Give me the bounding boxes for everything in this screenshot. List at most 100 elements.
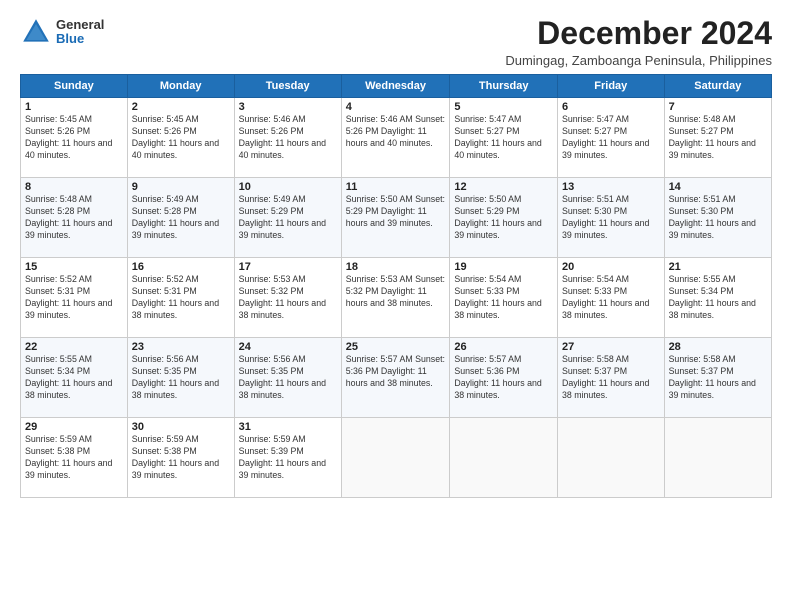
day-info: Sunrise: 5:50 AM Sunset: 5:29 PM Dayligh…: [346, 194, 446, 230]
table-row: 15Sunrise: 5:52 AM Sunset: 5:31 PM Dayli…: [21, 258, 128, 338]
table-row: [664, 418, 771, 498]
table-row: 20Sunrise: 5:54 AM Sunset: 5:33 PM Dayli…: [557, 258, 664, 338]
day-info: Sunrise: 5:51 AM Sunset: 5:30 PM Dayligh…: [669, 194, 767, 242]
table-row: 3Sunrise: 5:46 AM Sunset: 5:26 PM Daylig…: [234, 98, 341, 178]
table-row: 6Sunrise: 5:47 AM Sunset: 5:27 PM Daylig…: [557, 98, 664, 178]
table-row: 4Sunrise: 5:46 AM Sunset: 5:26 PM Daylig…: [341, 98, 450, 178]
table-row: 18Sunrise: 5:53 AM Sunset: 5:32 PM Dayli…: [341, 258, 450, 338]
day-info: Sunrise: 5:49 AM Sunset: 5:29 PM Dayligh…: [239, 194, 337, 242]
table-row: 13Sunrise: 5:51 AM Sunset: 5:30 PM Dayli…: [557, 178, 664, 258]
day-info: Sunrise: 5:48 AM Sunset: 5:28 PM Dayligh…: [25, 194, 123, 242]
logo: General Blue: [20, 16, 104, 48]
logo-blue: Blue: [56, 31, 84, 46]
day-info: Sunrise: 5:45 AM Sunset: 5:26 PM Dayligh…: [132, 114, 230, 162]
day-info: Sunrise: 5:59 AM Sunset: 5:39 PM Dayligh…: [239, 434, 337, 482]
table-row: 7Sunrise: 5:48 AM Sunset: 5:27 PM Daylig…: [664, 98, 771, 178]
day-info: Sunrise: 5:51 AM Sunset: 5:30 PM Dayligh…: [562, 194, 660, 242]
day-number: 15: [25, 261, 123, 273]
table-row: 5Sunrise: 5:47 AM Sunset: 5:27 PM Daylig…: [450, 98, 558, 178]
day-info: Sunrise: 5:46 AM Sunset: 5:26 PM Dayligh…: [239, 114, 337, 162]
table-row: 8Sunrise: 5:48 AM Sunset: 5:28 PM Daylig…: [21, 178, 128, 258]
header-thursday: Thursday: [450, 75, 558, 98]
day-number: 19: [454, 261, 553, 273]
day-number: 9: [132, 181, 230, 193]
day-number: 25: [346, 341, 446, 353]
table-row: [450, 418, 558, 498]
table-row: 24Sunrise: 5:56 AM Sunset: 5:35 PM Dayli…: [234, 338, 341, 418]
day-number: 1: [25, 101, 123, 113]
calendar-week-row: 1Sunrise: 5:45 AM Sunset: 5:26 PM Daylig…: [21, 98, 772, 178]
header: General Blue December 2024 Dumingag, Zam…: [20, 16, 772, 68]
day-number: 26: [454, 341, 553, 353]
day-number: 24: [239, 341, 337, 353]
header-friday: Friday: [557, 75, 664, 98]
day-info: Sunrise: 5:48 AM Sunset: 5:27 PM Dayligh…: [669, 114, 767, 162]
table-row: [557, 418, 664, 498]
table-row: 10Sunrise: 5:49 AM Sunset: 5:29 PM Dayli…: [234, 178, 341, 258]
table-row: 12Sunrise: 5:50 AM Sunset: 5:29 PM Dayli…: [450, 178, 558, 258]
table-row: 11Sunrise: 5:50 AM Sunset: 5:29 PM Dayli…: [341, 178, 450, 258]
calendar-week-row: 22Sunrise: 5:55 AM Sunset: 5:34 PM Dayli…: [21, 338, 772, 418]
day-info: Sunrise: 5:53 AM Sunset: 5:32 PM Dayligh…: [346, 274, 446, 310]
day-info: Sunrise: 5:52 AM Sunset: 5:31 PM Dayligh…: [25, 274, 123, 322]
day-info: Sunrise: 5:54 AM Sunset: 5:33 PM Dayligh…: [454, 274, 553, 322]
day-info: Sunrise: 5:57 AM Sunset: 5:36 PM Dayligh…: [454, 354, 553, 402]
day-info: Sunrise: 5:52 AM Sunset: 5:31 PM Dayligh…: [132, 274, 230, 322]
table-row: [341, 418, 450, 498]
day-number: 31: [239, 421, 337, 433]
day-number: 8: [25, 181, 123, 193]
table-row: 28Sunrise: 5:58 AM Sunset: 5:37 PM Dayli…: [664, 338, 771, 418]
day-info: Sunrise: 5:59 AM Sunset: 5:38 PM Dayligh…: [132, 434, 230, 482]
day-info: Sunrise: 5:47 AM Sunset: 5:27 PM Dayligh…: [562, 114, 660, 162]
calendar-week-row: 29Sunrise: 5:59 AM Sunset: 5:38 PM Dayli…: [21, 418, 772, 498]
day-number: 21: [669, 261, 767, 273]
table-row: 30Sunrise: 5:59 AM Sunset: 5:38 PM Dayli…: [127, 418, 234, 498]
day-number: 12: [454, 181, 553, 193]
day-info: Sunrise: 5:58 AM Sunset: 5:37 PM Dayligh…: [669, 354, 767, 402]
day-number: 7: [669, 101, 767, 113]
day-info: Sunrise: 5:54 AM Sunset: 5:33 PM Dayligh…: [562, 274, 660, 322]
day-info: Sunrise: 5:47 AM Sunset: 5:27 PM Dayligh…: [454, 114, 553, 162]
day-number: 6: [562, 101, 660, 113]
day-number: 10: [239, 181, 337, 193]
day-number: 27: [562, 341, 660, 353]
header-tuesday: Tuesday: [234, 75, 341, 98]
day-number: 18: [346, 261, 446, 273]
day-info: Sunrise: 5:55 AM Sunset: 5:34 PM Dayligh…: [669, 274, 767, 322]
calendar-week-row: 15Sunrise: 5:52 AM Sunset: 5:31 PM Dayli…: [21, 258, 772, 338]
day-info: Sunrise: 5:56 AM Sunset: 5:35 PM Dayligh…: [132, 354, 230, 402]
table-row: 1Sunrise: 5:45 AM Sunset: 5:26 PM Daylig…: [21, 98, 128, 178]
day-info: Sunrise: 5:45 AM Sunset: 5:26 PM Dayligh…: [25, 114, 123, 162]
page: General Blue December 2024 Dumingag, Zam…: [0, 0, 792, 612]
table-row: 16Sunrise: 5:52 AM Sunset: 5:31 PM Dayli…: [127, 258, 234, 338]
table-row: 2Sunrise: 5:45 AM Sunset: 5:26 PM Daylig…: [127, 98, 234, 178]
table-row: 25Sunrise: 5:57 AM Sunset: 5:36 PM Dayli…: [341, 338, 450, 418]
day-info: Sunrise: 5:57 AM Sunset: 5:36 PM Dayligh…: [346, 354, 446, 390]
calendar-table: Sunday Monday Tuesday Wednesday Thursday…: [20, 74, 772, 498]
header-wednesday: Wednesday: [341, 75, 450, 98]
header-monday: Monday: [127, 75, 234, 98]
table-row: 23Sunrise: 5:56 AM Sunset: 5:35 PM Dayli…: [127, 338, 234, 418]
day-number: 17: [239, 261, 337, 273]
calendar-week-row: 8Sunrise: 5:48 AM Sunset: 5:28 PM Daylig…: [21, 178, 772, 258]
table-row: 14Sunrise: 5:51 AM Sunset: 5:30 PM Dayli…: [664, 178, 771, 258]
table-row: 22Sunrise: 5:55 AM Sunset: 5:34 PM Dayli…: [21, 338, 128, 418]
day-number: 28: [669, 341, 767, 353]
day-number: 4: [346, 101, 446, 113]
header-saturday: Saturday: [664, 75, 771, 98]
table-row: 19Sunrise: 5:54 AM Sunset: 5:33 PM Dayli…: [450, 258, 558, 338]
day-number: 5: [454, 101, 553, 113]
day-number: 11: [346, 181, 446, 193]
day-info: Sunrise: 5:55 AM Sunset: 5:34 PM Dayligh…: [25, 354, 123, 402]
day-number: 23: [132, 341, 230, 353]
day-info: Sunrise: 5:50 AM Sunset: 5:29 PM Dayligh…: [454, 194, 553, 242]
month-title: December 2024: [505, 16, 772, 51]
table-row: 31Sunrise: 5:59 AM Sunset: 5:39 PM Dayli…: [234, 418, 341, 498]
logo-general: General: [56, 17, 104, 32]
table-row: 26Sunrise: 5:57 AM Sunset: 5:36 PM Dayli…: [450, 338, 558, 418]
table-row: 29Sunrise: 5:59 AM Sunset: 5:38 PM Dayli…: [21, 418, 128, 498]
subtitle: Dumingag, Zamboanga Peninsula, Philippin…: [505, 53, 772, 68]
day-info: Sunrise: 5:58 AM Sunset: 5:37 PM Dayligh…: [562, 354, 660, 402]
table-row: 9Sunrise: 5:49 AM Sunset: 5:28 PM Daylig…: [127, 178, 234, 258]
day-number: 20: [562, 261, 660, 273]
